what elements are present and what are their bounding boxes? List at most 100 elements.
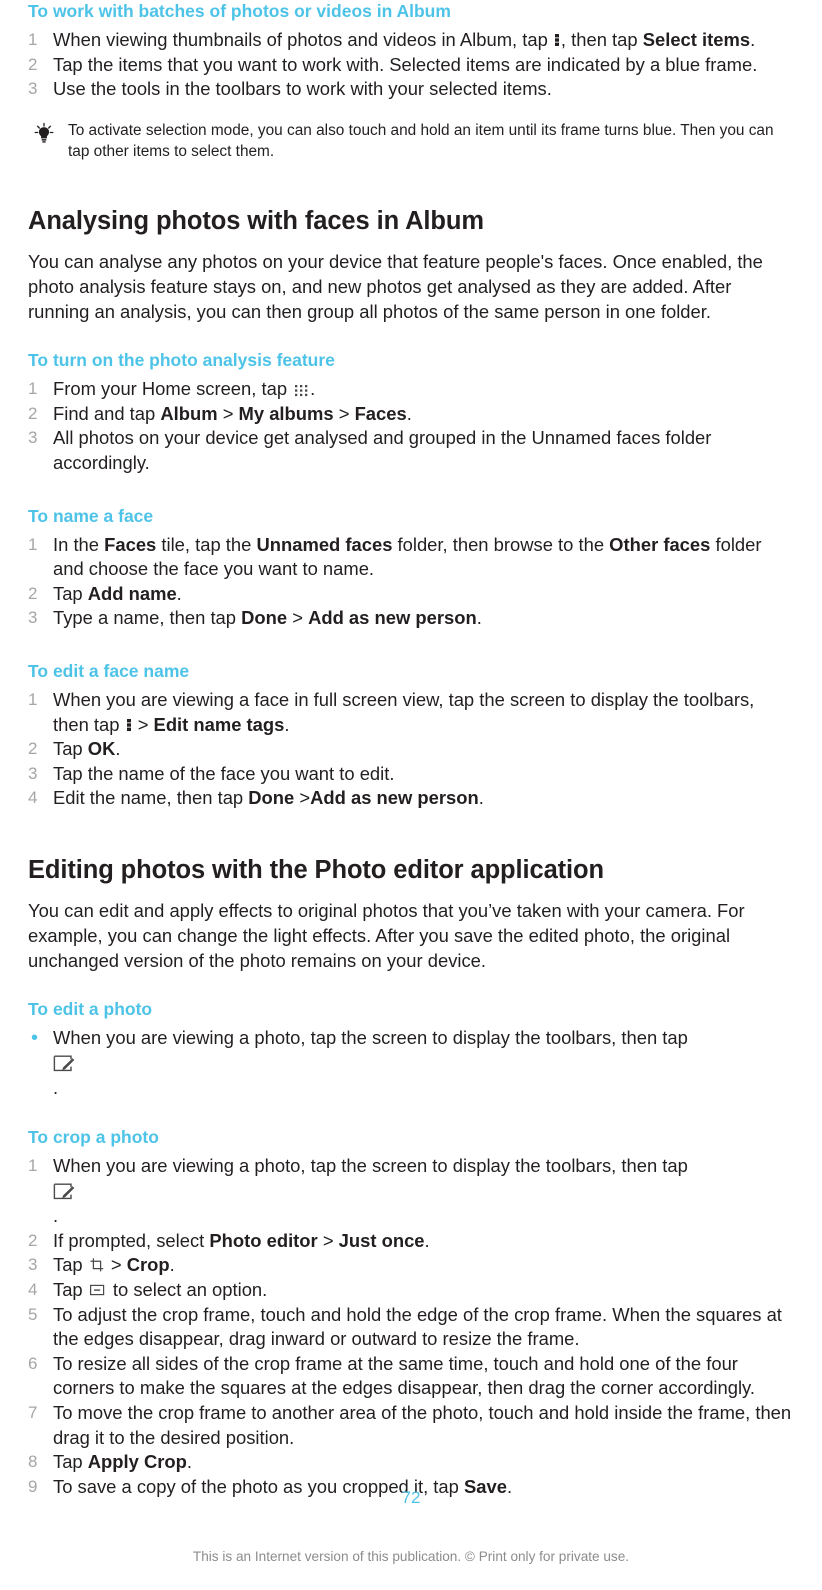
overflow-menu-icon[interactable] [126,717,132,733]
heading-turn-on-photo-analysis: To turn on the photo analysis feature [28,350,335,371]
list-item: 7 To move the crop frame to another area … [28,1401,794,1450]
list-item-text: When viewing thumbnails of photos and vi… [53,29,756,50]
list-item: 3 Use the tools in the toolbars to work w… [28,77,794,102]
heading-editing-photos: Editing photos with the Photo editor app… [28,855,604,884]
crop-icon[interactable] [89,1257,105,1273]
list-item: • When you are viewing a photo, tap the s… [28,1026,794,1101]
step-number: 3 [28,1255,38,1275]
step-number: 1 [28,534,38,554]
step-number: 3 [28,428,38,448]
list-item-text: In the Faces tile, tap the Unnamed faces… [53,533,762,580]
list-item: 2 Find and tap Album > My albums > Faces. [28,402,794,427]
list-item: 4 Tap to select an option. [28,1278,794,1303]
list-item: 1 From your Home screen, tap . [28,377,794,402]
list-item: 2 If prompted, select Photo editor > Just… [28,1229,794,1254]
list-item-text: Find and tap Album > My albums > Faces. [53,402,412,424]
paragraph-editing-photos: You can edit and apply effects to origin… [28,900,745,971]
emphasis-text: My albums [238,402,334,424]
list-item-text: Tap the name of the face you want to edi… [53,762,395,784]
bullet-marker: • [31,1027,39,1050]
list-item-text: Tap OK. [53,738,121,760]
list-item: 1 In the Faces tile, tap the Unnamed face… [28,533,794,582]
list-item: 1 When viewing thumbnails of photos and v… [28,28,794,53]
step-number: 3 [28,763,38,783]
step-number: 1 [28,1156,38,1176]
steps-turn-on-photo-analysis: 1 From your Home screen, tap . 2 Find and t… [28,377,794,475]
emphasis-text: Edit name tags [153,713,285,735]
list-item-text: Tap Apply Crop. [53,1451,192,1473]
list-item-text: Type a name, then tap Done > Add as new … [53,607,482,629]
step-number: 2 [28,1230,38,1250]
manual-page: To work with batches of photos or videos… [0,0,822,1590]
photo-editor-icon-wrap [53,1052,794,1077]
list-item: 2 Tap OK. [28,737,794,762]
list-item-text: When you are viewing a face in full scre… [53,688,755,735]
emphasis-text: Add as new person [308,607,477,629]
step-number: 6 [28,1353,38,1373]
list-item: 3 Tap > Crop. [28,1253,794,1278]
emphasis-text: Select items [642,29,751,50]
photo-editor-icon[interactable] [53,1182,75,1202]
emphasis-text: Crop [126,1254,170,1276]
emphasis-text: Other faces [609,533,711,555]
heading-crop-a-photo: To crop a photo [28,1127,159,1148]
step-number: 1 [28,30,38,49]
step-number: 8 [28,1452,38,1472]
list-item-text: To adjust the crop frame, touch and hold… [53,1303,782,1350]
list-item-text: Use the tools in the toolbars to work wi… [53,78,552,100]
page-number: 72 [401,1488,421,1507]
overflow-menu-icon[interactable] [554,32,560,48]
photo-editor-icon[interactable] [53,1054,75,1074]
list-item: 1 When you are viewing a photo, tap the s… [28,1154,794,1229]
paragraph-analysing-photos: You can analyse any photos on your devic… [28,251,763,322]
emphasis-text: Faces [354,402,407,424]
emphasis-text: Apply Crop [87,1451,187,1473]
list-item: 3 All photos on your device get analysed … [28,426,794,475]
heading-edit-a-photo: To edit a photo [28,999,153,1020]
list-item: 1 When you are viewing a face in full scr… [28,688,794,737]
list-item-text: All photos on your device get analysed a… [53,427,712,473]
emphasis-text: Add as new person [310,787,479,809]
tip-selection-mode: To activate selection mode, you can also… [28,120,794,162]
photo-editor-icon-wrap [53,1180,794,1205]
list-item-text: Tap to select an option. [53,1279,268,1300]
emphasis-text: Just once [338,1229,425,1251]
steps-crop-a-photo: 1 When you are viewing a photo, tap the s… [28,1154,794,1499]
emphasis-text: Done [248,787,295,809]
emphasis-text: Album [160,402,218,424]
step-number: 2 [28,54,38,74]
app-grid-icon[interactable] [293,381,309,397]
heading-analysing-photos: Analysing photos with faces in Album [28,206,484,235]
emphasis-text: OK [87,738,116,760]
step-number: 4 [28,788,38,808]
list-item: 3 Type a name, then tap Done > Add as new… [28,606,794,631]
list-item-text: Tap > Crop. [53,1254,175,1276]
list-item: 2 Tap the items that you want to work wit… [28,53,794,78]
list-item: 2 Tap Add name. [28,582,794,607]
step-number: 1 [28,379,38,399]
list-item: 4 Edit the name, then tap Done >Add as ne… [28,786,794,811]
list-item: 5 To adjust the crop frame, touch and hol… [28,1303,794,1352]
aspect-ratio-icon[interactable] [89,1282,107,1298]
list-item-text: From your Home screen, tap . [53,378,316,400]
heading-name-a-face: To name a face [28,505,154,526]
list-item-text: When you are viewing a photo, tap the sc… [53,1155,794,1226]
emphasis-text: Unnamed faces [256,533,393,555]
list-item-text: Tap the items that you want to work with… [53,53,758,75]
list-item-text: To move the crop frame to another area o… [53,1401,792,1448]
step-number: 2 [28,739,38,759]
list-item: 8 Tap Apply Crop. [28,1450,794,1475]
list-item-text: If prompted, select Photo editor > Just … [53,1229,430,1251]
tip-text: To activate selection mode, you can also… [68,121,774,160]
steps-name-a-face: 1 In the Faces tile, tap the Unnamed face… [28,533,794,631]
emphasis-text: Add name [87,582,177,604]
list-item-text: Edit the name, then tap Done >Add as new… [53,787,484,809]
list-item: 3 Tap the name of the face you want to ed… [28,762,794,787]
emphasis-text: Done [241,607,288,629]
list-item-text: Tap Add name. [53,582,182,604]
step-number: 2 [28,403,38,423]
emphasis-text: Faces [104,533,157,555]
emphasis-text: Photo editor [209,1229,318,1251]
list-item-text: When you are viewing a photo, tap the sc… [53,1027,794,1098]
list-item-text: To resize all sides of the crop frame at… [53,1352,755,1399]
